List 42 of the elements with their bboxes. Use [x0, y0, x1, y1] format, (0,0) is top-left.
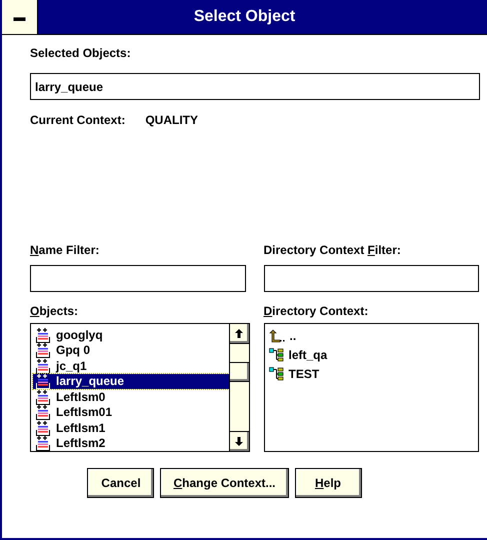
queue-icon	[36, 326, 50, 343]
dialog-button[interactable]: Help	[294, 468, 362, 498]
up-arrow-icon	[268, 329, 284, 343]
selected-objects-field[interactable]: larry_queue	[30, 73, 480, 100]
tree-icon	[268, 367, 284, 381]
object-item[interactable]: Leftlsm01	[33, 404, 228, 420]
queue-icon	[36, 358, 50, 374]
directory-context-label: Directory Context:	[264, 305, 370, 317]
scroll-up-button[interactable]	[230, 324, 248, 344]
queue-icon	[36, 373, 50, 390]
queue-icon	[36, 404, 50, 420]
queue-icon	[36, 420, 50, 436]
directory-item[interactable]: ..	[268, 329, 478, 343]
scroll-thumb[interactable]	[230, 362, 248, 382]
tree-icon	[268, 348, 284, 362]
queue-icon	[36, 388, 50, 405]
queue-icon	[36, 342, 50, 358]
current-context-label: Current Context:	[30, 114, 126, 126]
object-item[interactable]: Leftlsm2	[33, 436, 228, 451]
object-item[interactable]: googlyq	[33, 327, 228, 342]
directory-item[interactable]: TEST	[268, 367, 478, 381]
selected-objects-label: Selected Objects:	[30, 47, 132, 59]
filter-field[interactable]	[30, 265, 246, 292]
down-arrow-icon	[235, 437, 243, 446]
current-context-value: QUALITY	[145, 114, 198, 126]
scroll-down-button[interactable]	[230, 431, 248, 451]
scrollbar[interactable]	[228, 324, 248, 451]
system-menu-button[interactable]: ▬	[2, 0, 38, 34]
objects-label: Objects:	[30, 305, 80, 317]
filter-field[interactable]	[264, 265, 479, 292]
up-arrow-icon	[235, 329, 243, 338]
dialog-button[interactable]: Cancel	[87, 468, 154, 498]
filter-label: Name Filter:	[30, 244, 100, 256]
filter-label: Directory Context Filter:	[264, 244, 402, 256]
object-item[interactable]: larry_queue	[33, 374, 228, 389]
dialog-button[interactable]: Change Context...	[160, 468, 288, 498]
object-item[interactable]: jc_q1	[33, 358, 228, 374]
object-item[interactable]: Leftlsm0	[33, 389, 228, 404]
window-title: Select Object	[192, 7, 296, 27]
object-item[interactable]: Gpq 0	[33, 342, 228, 358]
object-item[interactable]: Leftlsm1	[33, 420, 228, 436]
directory-item[interactable]: left_qa	[268, 348, 478, 362]
